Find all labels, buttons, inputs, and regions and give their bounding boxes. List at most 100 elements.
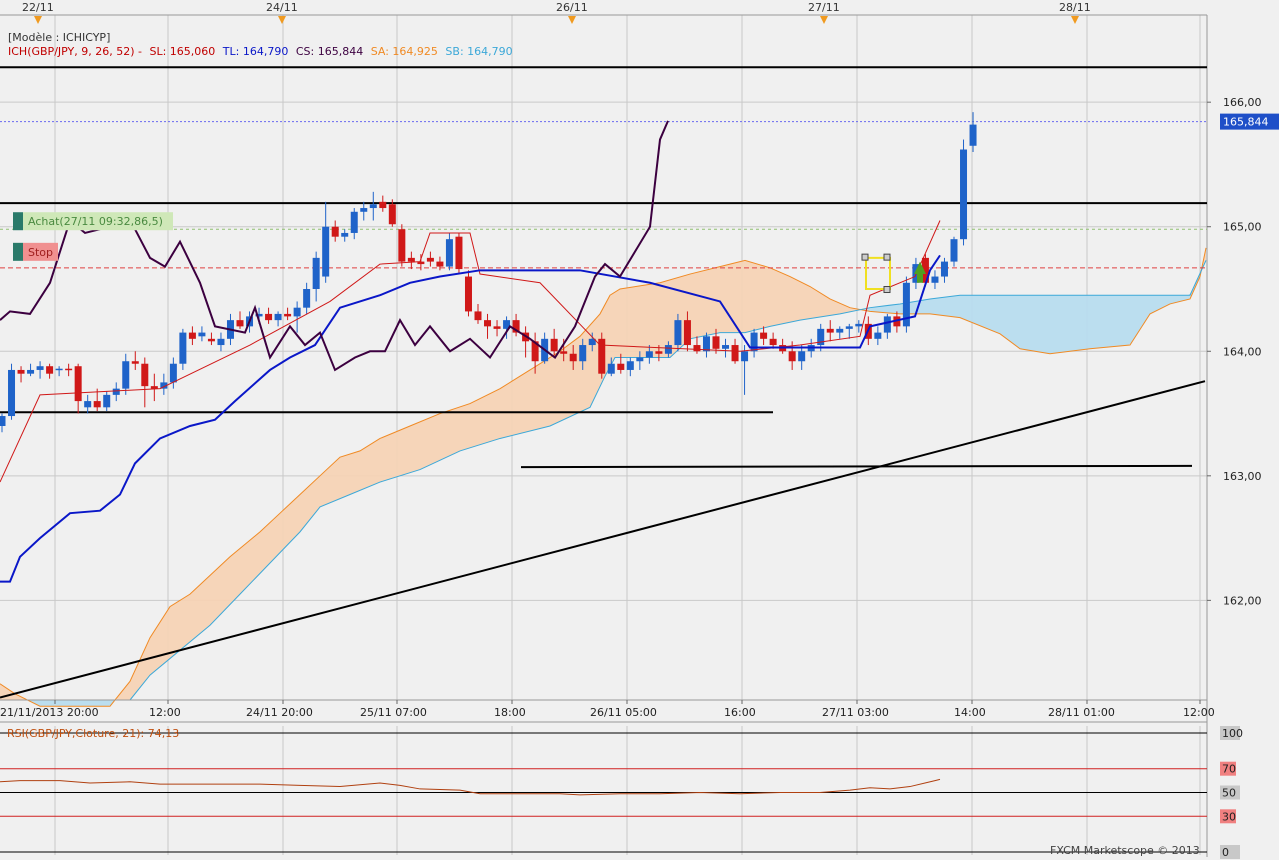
candle-bear <box>474 311 482 321</box>
top-date-label: 24/11 <box>266 1 298 14</box>
candle-bull <box>960 149 968 240</box>
candle-bear <box>379 201 387 209</box>
candle-bull <box>55 368 63 371</box>
candle-bear <box>407 257 415 262</box>
chart-window: 22/11 24/11 26/11 27/11 28/11 166,00 165,00 164… <box>0 0 1279 860</box>
achat-order-label: Achat(27/11 09:32,86,5) <box>28 215 163 228</box>
rsi-level-label: 70 <box>1222 763 1236 776</box>
candle-bear <box>464 276 472 312</box>
candle-bull <box>36 366 44 370</box>
sb-value: SB: 164,790 <box>445 45 513 58</box>
rsi-level-label: 30 <box>1222 810 1236 823</box>
y-tick-label: 163,00 <box>1223 470 1262 483</box>
achat-handle <box>13 212 23 231</box>
candle-bull <box>122 361 130 389</box>
rsi-level-label: 100 <box>1222 727 1243 740</box>
x-tick-label: 27/11 03:00 <box>822 706 889 719</box>
x-tick-label: 18:00 <box>494 706 526 719</box>
candle-bear <box>46 366 54 374</box>
x-tick-label: 14:00 <box>954 706 986 719</box>
candle-bull <box>607 363 615 374</box>
candle-bull <box>274 313 282 321</box>
candle-bear <box>493 326 501 329</box>
candle-bull <box>636 357 644 362</box>
current-price-label: 165,844 <box>1223 116 1269 129</box>
candle-bull <box>579 345 587 362</box>
candle-bull <box>84 401 92 408</box>
candle-bull <box>931 276 939 283</box>
candle-bull <box>664 345 672 354</box>
top-date-label: 28/11 <box>1059 1 1091 14</box>
candle-bull <box>969 124 977 146</box>
candle-bull <box>312 257 320 289</box>
x-tick-label: 12:00 <box>1183 706 1215 719</box>
x-tick-label: 12:00 <box>149 706 181 719</box>
top-date-label: 27/11 <box>808 1 840 14</box>
candle-bear <box>731 345 739 362</box>
chart-canvas[interactable]: 22/11 24/11 26/11 27/11 28/11 166,00 165,00 164… <box>0 0 1279 860</box>
candle-bull <box>350 211 358 233</box>
candle-bear <box>284 313 292 317</box>
candle-bear <box>131 361 139 364</box>
candle-bull <box>674 320 682 346</box>
x-tick-label: 21/11/2013 20:00 <box>0 706 99 719</box>
x-tick-label: 24/11 20:00 <box>246 706 313 719</box>
candle-bull <box>293 307 301 317</box>
y-tick-label: 164,00 <box>1223 345 1262 358</box>
candle-bear <box>788 351 796 362</box>
candle-bear <box>617 363 625 370</box>
support-line-lower <box>520 464 1193 469</box>
candle-bull <box>369 204 377 209</box>
y-tick-label: 166,00 <box>1223 96 1262 109</box>
candle-bull <box>722 345 730 349</box>
candle-bull <box>0 416 6 426</box>
candle-bear <box>560 351 568 354</box>
footer-copyright: FXCM Marketscope © 2013 <box>1050 844 1200 857</box>
candle-bear <box>484 320 492 327</box>
top-date-label: 22/11 <box>22 1 54 14</box>
candle-bear <box>236 320 244 327</box>
candle-bear <box>712 336 720 349</box>
candle-bull <box>950 239 958 262</box>
candle-bear <box>693 345 701 352</box>
candle-bull <box>855 323 863 327</box>
candle-bear <box>207 338 215 342</box>
candle-bull <box>103 394 111 408</box>
stop-order-label: Stop <box>28 246 53 259</box>
candle-bull <box>836 328 844 333</box>
model-label: [Modèle : ICHICYP] <box>8 31 111 44</box>
ichimoku-label: ICH(GBP/JPY, 9, 26, 52) - <box>8 45 142 58</box>
rsi-label: RSI(GBP/JPY,Cloture, 21): 74,13 <box>7 727 180 740</box>
y-tick-label: 162,00 <box>1223 594 1262 607</box>
x-tick-label: 26/11 05:00 <box>590 706 657 719</box>
candle-bull <box>217 338 225 346</box>
rsi-panel <box>0 722 1207 857</box>
candle-bear <box>569 353 577 362</box>
rsi-level-label: 0 <box>1222 846 1229 859</box>
candle-bear <box>141 363 149 387</box>
candle-bull <box>798 351 806 362</box>
candle-bull <box>445 239 453 267</box>
signal-handle <box>861 253 869 261</box>
candle-bear <box>426 257 434 262</box>
candle-bear <box>760 332 768 339</box>
candle-bull <box>169 363 177 383</box>
candle-bull <box>112 388 120 395</box>
candle-bull <box>341 232 349 237</box>
x-tick-label: 25/11 07:00 <box>360 706 427 719</box>
signal-handle <box>883 286 891 294</box>
indicator-legend: ICH(GBP/JPY, 9, 26, 52) - SL: 165,060 TL… <box>8 45 513 58</box>
x-tick-label: 16:00 <box>724 706 756 719</box>
stop-handle <box>13 242 23 261</box>
candle-bull <box>8 369 16 417</box>
sl-value: SL: 165,060 <box>149 45 216 58</box>
candle-bull <box>322 226 330 277</box>
candle-bear <box>769 338 777 346</box>
candle-bull <box>940 261 948 277</box>
candle-bear <box>265 313 273 321</box>
y-tick-label: 165,00 <box>1223 221 1262 234</box>
candle-bear <box>398 229 406 262</box>
candle-bear <box>65 368 73 371</box>
candle-bear <box>683 320 691 346</box>
candle-bull <box>198 332 206 337</box>
